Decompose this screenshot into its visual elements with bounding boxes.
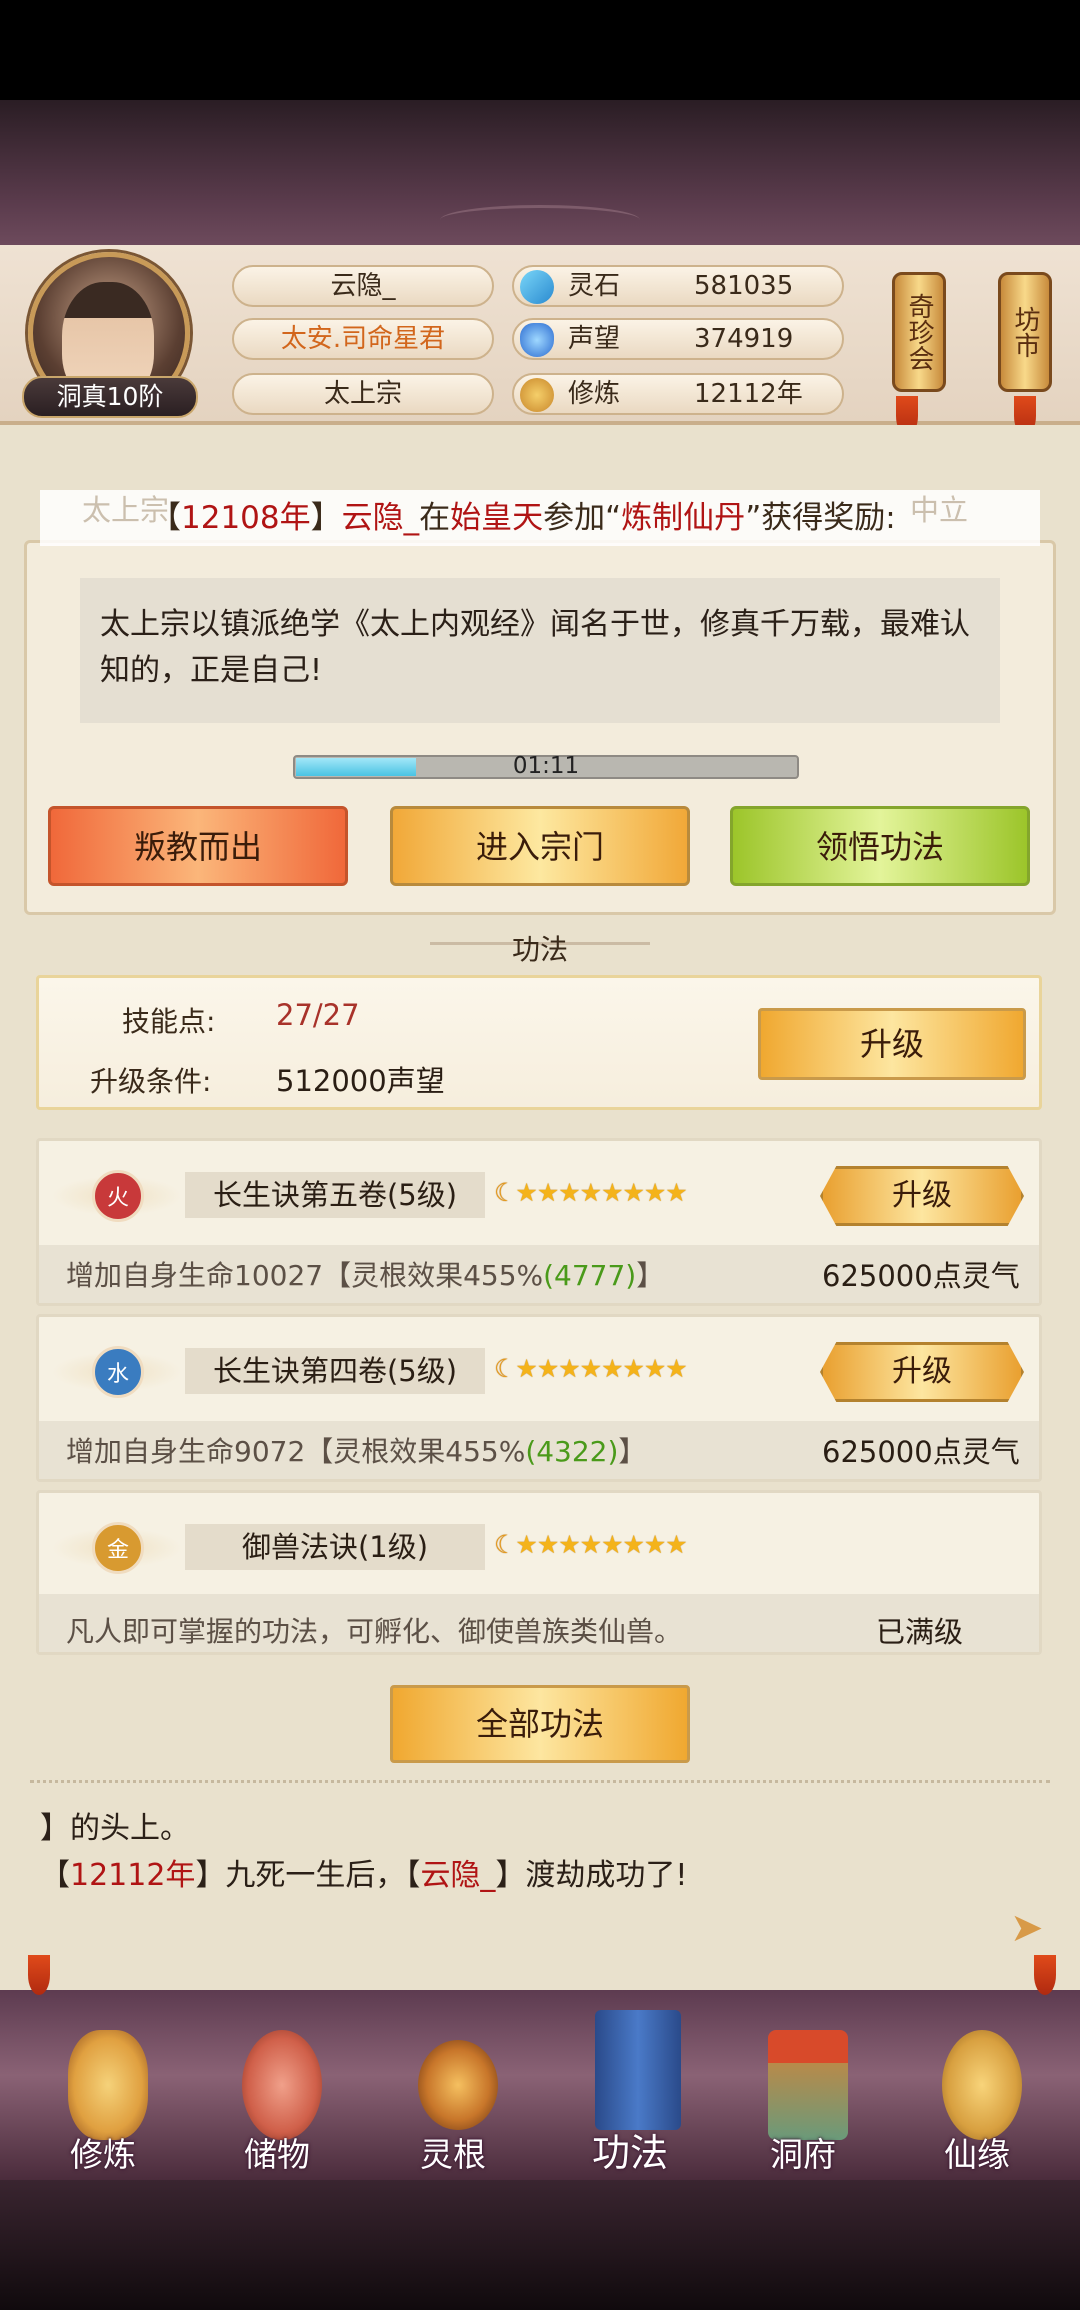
resource-label: 灵石 — [568, 271, 621, 301]
star-rating: ★★★★★★★★ — [515, 1178, 687, 1207]
all-skills-button[interactable]: 全部功法 — [390, 1685, 690, 1763]
top-decoration — [0, 100, 1080, 245]
bracket: 【 — [150, 500, 181, 536]
skill-name: 长生诀第五卷(5级) — [185, 1172, 485, 1218]
comprehend-skill-button[interactable]: 领悟功法 — [730, 806, 1030, 886]
skill-stars: ☾★★★★★★★★ — [494, 1530, 688, 1559]
upgrade-condition-value: 512000声望 — [276, 1064, 445, 1098]
metal-element-icon: 金 — [92, 1522, 144, 1574]
cave-mansion-icon — [768, 2030, 848, 2140]
broadcast-place: 始皇天 — [450, 500, 544, 536]
nav-label: 灵根 — [420, 2135, 486, 2174]
scripture-book-icon — [595, 2010, 681, 2130]
skill-stars: ☾★★★★★★★★ — [494, 1354, 688, 1383]
nav-label: 修炼 — [70, 2135, 136, 2174]
nav-item-storage[interactable]: 储物 — [202, 2010, 352, 2180]
prestige-icon — [520, 323, 554, 357]
broadcast-player: 云隐_ — [341, 500, 420, 536]
skill-name: 御兽法诀(1级) — [185, 1524, 485, 1570]
meditation-icon — [520, 378, 554, 412]
nav-label: 功法 — [591, 2131, 668, 2175]
skill-name: 长生诀第四卷(5级) — [185, 1348, 485, 1394]
skill-description: 增加自身生命9072【灵根效果455%(4322)】 — [66, 1435, 647, 1468]
skill-upgrade-button[interactable]: 升级 — [820, 1342, 1024, 1402]
resource-cultivation: 修炼 12112年 — [512, 373, 844, 415]
moon-icon: ☾ — [494, 1530, 516, 1559]
moon-icon: ☾ — [494, 1354, 516, 1383]
skill-description: 增加自身生命10027【灵根效果455%(4777)】 — [66, 1259, 665, 1292]
skill-points-value: 27/27 — [276, 998, 360, 1032]
broadcast-marquee: 太上宗 中立 【12108年】云隐_在始皇天参加“炼制仙丹”获得奖励: — [40, 490, 1040, 546]
moon-icon: ☾ — [494, 1178, 516, 1207]
upgrade-condition-label: 升级条件: — [90, 1065, 212, 1098]
skill-upgrade-button[interactable]: 升级 — [820, 1166, 1024, 1226]
player-sect: 太上宗 — [232, 373, 494, 415]
player-title: 太安.司命星君 — [232, 318, 494, 360]
nav-item-cultivate[interactable]: 修炼 — [28, 2010, 178, 2180]
nav-label: 仙缘 — [944, 2135, 1010, 2174]
section-title: 功法 — [511, 933, 568, 966]
fire-element-icon: 火 — [92, 1170, 144, 1222]
enter-sect-button[interactable]: 进入宗门 — [390, 806, 690, 886]
meditation-icon — [68, 2030, 148, 2140]
nav-item-skills[interactable]: 功法 — [555, 2000, 705, 2175]
treasure-auction-button[interactable]: 奇珍会 — [892, 272, 946, 392]
spirit-root-icon — [418, 2040, 498, 2130]
nav-label: 洞府 — [770, 2135, 836, 2174]
chat-line: 】的头上。 — [40, 1811, 190, 1846]
bracket: 】 — [310, 500, 342, 536]
player-name: 云隐_ — [232, 265, 494, 307]
nav-item-cave[interactable]: 洞府 — [728, 2010, 878, 2180]
leave-sect-button[interactable]: 叛教而出 — [48, 806, 348, 886]
skill-cost: 625000点灵气 — [822, 1435, 1020, 1469]
bottom-decoration — [0, 2180, 1080, 2310]
spirit-stone-icon — [520, 270, 554, 304]
star-rating: ★★★★★★★★ — [515, 1354, 687, 1383]
skill-stars: ☾★★★★★★★★ — [494, 1178, 688, 1207]
resource-prestige: 声望 374919 — [512, 318, 844, 360]
gourd-icon — [942, 2030, 1022, 2140]
sect-motto: 太上宗以镇派绝学《太上内观经》闻名于世，修真千万载，最难认知的，正是自己! — [80, 578, 1000, 723]
market-button[interactable]: 坊市 — [998, 272, 1052, 392]
broadcast-text: 在 — [419, 500, 451, 536]
resource-value: 581035 — [694, 271, 794, 301]
water-element-icon: 水 — [92, 1346, 144, 1398]
skill-cost: 625000点灵气 — [822, 1259, 1020, 1293]
resource-value: 374919 — [694, 324, 794, 354]
star-rating: ★★★★★★★★ — [515, 1530, 687, 1559]
tassel-decoration — [28, 1955, 50, 1995]
resource-label: 声望 — [568, 324, 621, 354]
skill-points-label: 技能点: — [122, 1005, 216, 1038]
skill-description: 凡人即可掌握的功法，可孵化、御使兽族类仙兽。 — [66, 1615, 683, 1648]
broadcast-event: 炼制仙丹 — [621, 500, 746, 536]
skill-max-level: 已满级 — [876, 1615, 964, 1649]
resource-label: 修炼 — [568, 379, 621, 409]
upgrade-skill-points-button[interactable]: 升级 — [758, 1008, 1026, 1080]
divider — [30, 1780, 1050, 1784]
broadcast-text: ”获得奖励: — [745, 500, 896, 536]
resource-value: 12112年 — [694, 379, 803, 409]
chat-line: 【12112年】九死一生后，【云隐_】渡劫成功了! — [40, 1858, 688, 1893]
nav-item-fate[interactable]: 仙缘 — [902, 2010, 1052, 2180]
broadcast-text: 参加“ — [543, 500, 622, 536]
timer-text: 01:11 — [512, 753, 580, 779]
ghost-status-text: 中立 — [910, 493, 969, 527]
pouch-icon — [242, 2030, 322, 2140]
rank-badge: 洞真10阶 — [22, 376, 198, 418]
status-bar — [0, 0, 1080, 100]
tassel-decoration — [1034, 1955, 1056, 1995]
broadcast-year: 12108年 — [181, 500, 311, 536]
resource-spirit-stone: 灵石 581035 — [512, 265, 844, 307]
nav-item-spirit-root[interactable]: 灵根 — [378, 2010, 528, 2180]
chat-expand-arrow-icon[interactable]: ➤ — [1010, 1905, 1044, 1951]
nav-label: 储物 — [244, 2135, 310, 2174]
